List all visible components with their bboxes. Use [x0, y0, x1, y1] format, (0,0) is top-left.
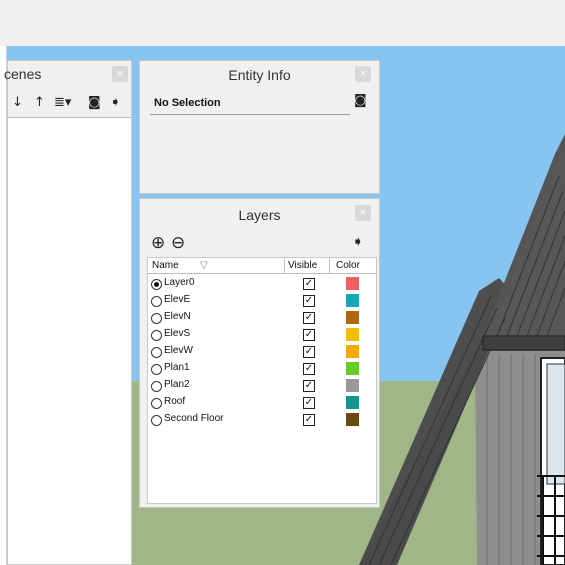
- active-layer-radio[interactable]: [151, 313, 162, 324]
- scenes-toolbar: ↓ ↑ ≣▾ ◙ ➧: [8, 89, 131, 118]
- layer-name[interactable]: Layer0: [164, 277, 195, 288]
- active-layer-radio[interactable]: [151, 381, 162, 392]
- layer-row[interactable]: Second Floor ✓: [148, 412, 374, 429]
- layer-color-swatch[interactable]: [346, 379, 359, 392]
- details-menu-icon[interactable]: ➧: [110, 95, 121, 110]
- header-separator: [329, 258, 330, 273]
- active-layer-radio[interactable]: [151, 364, 162, 375]
- layer-color-swatch[interactable]: [346, 362, 359, 375]
- left-panel-edge: [0, 46, 7, 565]
- active-layer-radio[interactable]: [151, 279, 162, 290]
- layer-name[interactable]: ElevS: [164, 328, 190, 339]
- visible-checkbox[interactable]: ✓: [303, 380, 315, 392]
- toggle-details-icon[interactable]: ◙: [354, 93, 367, 108]
- active-layer-radio[interactable]: [151, 398, 162, 409]
- move-scene-up-icon[interactable]: ↑: [34, 95, 45, 110]
- show-details-icon[interactable]: ◙: [88, 95, 101, 110]
- visible-checkbox[interactable]: ✓: [303, 363, 315, 375]
- visible-checkbox[interactable]: ✓: [303, 397, 315, 409]
- visible-checkbox[interactable]: ✓: [303, 329, 315, 341]
- move-scene-down-icon[interactable]: ↓: [12, 95, 23, 110]
- roof-fascia: [482, 335, 565, 351]
- layer-color-swatch[interactable]: [346, 413, 359, 426]
- layer-name[interactable]: ElevW: [164, 345, 193, 356]
- layer-color-swatch[interactable]: [346, 294, 359, 307]
- view-options-icon[interactable]: ≣▾: [54, 95, 71, 110]
- layer-row[interactable]: Plan1 ✓: [148, 361, 374, 378]
- layer-row[interactable]: ElevW ✓: [148, 344, 374, 361]
- layer-color-swatch[interactable]: [346, 345, 359, 358]
- layer-row[interactable]: Layer0 ✓: [148, 276, 374, 293]
- scenes-close-button[interactable]: ×: [112, 66, 128, 82]
- entity-info-panel: Entity Info × No Selection ◙: [139, 60, 380, 194]
- active-layer-radio[interactable]: [151, 347, 162, 358]
- name-column-header[interactable]: Name: [152, 258, 179, 273]
- layer-name[interactable]: ElevE: [164, 294, 190, 305]
- layer-row[interactable]: ElevE ✓: [148, 293, 374, 310]
- scenes-panel: cenes × ↓ ↑ ≣▾ ◙ ➧: [4, 60, 132, 565]
- header-separator: [284, 258, 285, 273]
- active-layer-radio[interactable]: [151, 415, 162, 426]
- layers-list: Name ▽ Visible Color Layer0 ✓ ElevE ✓ ElevN ✓…: [147, 257, 377, 504]
- layer-name[interactable]: Second Floor: [164, 413, 223, 424]
- visible-checkbox[interactable]: ✓: [303, 312, 315, 324]
- layer-color-swatch[interactable]: [346, 396, 359, 409]
- layer-row[interactable]: ElevS ✓: [148, 327, 374, 344]
- layer-name[interactable]: Plan1: [164, 362, 190, 373]
- visible-column-header[interactable]: Visible: [288, 258, 317, 273]
- active-layer-radio[interactable]: [151, 296, 162, 307]
- entity-info-close-button[interactable]: ×: [355, 66, 371, 82]
- layer-name[interactable]: Roof: [164, 396, 185, 407]
- layer-color-swatch[interactable]: [346, 277, 359, 290]
- layers-close-button[interactable]: ×: [355, 205, 371, 221]
- visible-checkbox[interactable]: ✓: [303, 278, 315, 290]
- top-bar: [0, 0, 565, 46]
- color-column-header[interactable]: Color: [336, 258, 360, 273]
- entity-info-title: Entity Info: [228, 67, 291, 83]
- remove-layer-icon[interactable]: ⊖: [171, 233, 185, 253]
- layer-row[interactable]: Roof ✓: [148, 395, 374, 412]
- status-divider: [150, 114, 350, 115]
- layer-row[interactable]: Plan2 ✓: [148, 378, 374, 395]
- layers-panel: Layers × ⊕ ⊖ ➧ Name ▽ Visible Color Laye…: [139, 198, 380, 508]
- layers-title: Layers: [238, 207, 281, 223]
- layer-color-swatch[interactable]: [346, 311, 359, 324]
- layer-row[interactable]: ElevN ✓: [148, 310, 374, 327]
- selection-status: No Selection: [154, 97, 221, 109]
- sort-icon: ▽: [200, 260, 208, 271]
- visible-checkbox[interactable]: ✓: [303, 414, 315, 426]
- active-layer-radio[interactable]: [151, 330, 162, 341]
- layer-details-icon[interactable]: ➧: [352, 234, 364, 250]
- layer-name[interactable]: ElevN: [164, 311, 191, 322]
- layers-column-header: Name ▽ Visible Color: [148, 258, 376, 274]
- layer-name[interactable]: Plan2: [164, 379, 190, 390]
- scenes-title: cenes: [4, 66, 42, 82]
- layer-color-swatch[interactable]: [346, 328, 359, 341]
- visible-checkbox[interactable]: ✓: [303, 346, 315, 358]
- visible-checkbox[interactable]: ✓: [303, 295, 315, 307]
- scenes-titlebar[interactable]: cenes ×: [4, 61, 131, 90]
- add-layer-icon[interactable]: ⊕: [151, 233, 165, 253]
